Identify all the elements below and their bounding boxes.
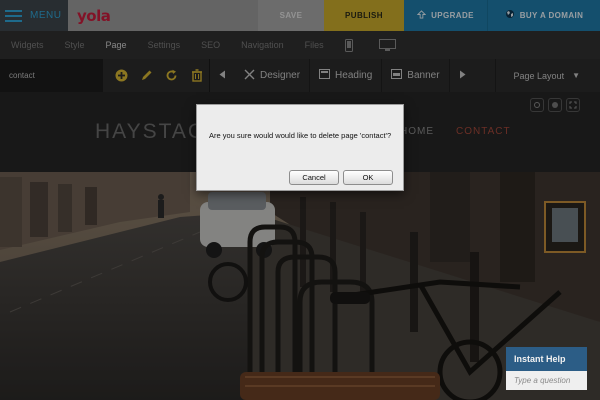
- modal-overlay: [0, 0, 600, 400]
- help-question-input[interactable]: Type a question: [506, 371, 587, 390]
- delete-confirm-dialog: Are you sure would would like to delete …: [196, 104, 404, 191]
- instant-help-title[interactable]: Instant Help: [506, 347, 587, 371]
- dialog-message: Are you sure would would like to delete …: [209, 131, 392, 140]
- ok-button[interactable]: OK: [343, 170, 393, 185]
- instant-help-widget: Instant Help Type a question: [506, 347, 587, 390]
- cancel-button[interactable]: Cancel: [289, 170, 339, 185]
